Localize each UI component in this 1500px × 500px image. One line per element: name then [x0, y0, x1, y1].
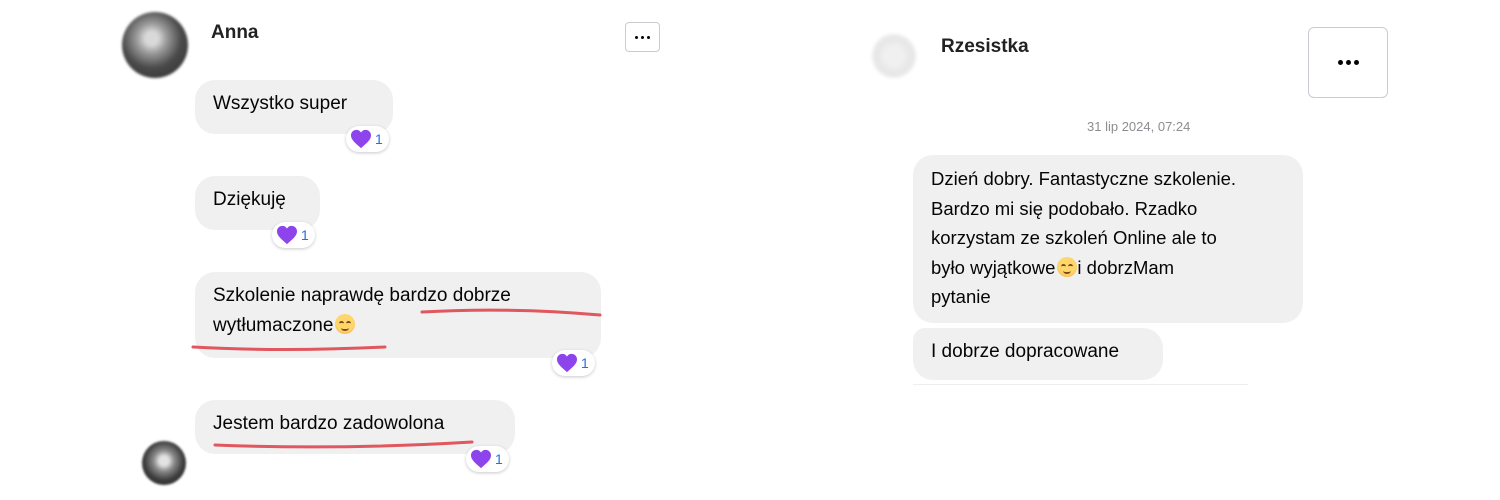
purple-heart-icon	[276, 225, 298, 245]
reaction-badge[interactable]: 1	[552, 350, 595, 376]
message-line: pytanie	[931, 286, 991, 307]
message-bubble[interactable]: Dzień dobry. Fantastyczne szkolenie. Bar…	[913, 155, 1303, 323]
reaction-count: 1	[301, 227, 309, 243]
avatar[interactable]	[122, 12, 188, 78]
purple-heart-icon	[350, 129, 372, 149]
avatar[interactable]	[872, 34, 916, 78]
reaction-count: 1	[495, 451, 503, 467]
highlight-underline	[213, 440, 474, 449]
sender-name: Anna	[211, 22, 259, 43]
message-line-text: było wyjątkowe	[931, 256, 1056, 278]
message-text: Wszystko super	[213, 93, 348, 114]
ellipsis-icon	[1337, 60, 1359, 65]
message-line: Bardzo mi się podobało. Rzadko	[931, 197, 1198, 219]
sender-name: Rzesistka	[941, 36, 1029, 57]
message-text: Dziękuję	[213, 189, 286, 210]
more-options-button[interactable]	[625, 22, 660, 52]
message-line: było wyjątkowe i dobrzMam	[931, 253, 1285, 283]
reaction-badge[interactable]: 1	[272, 222, 315, 248]
reaction-count: 1	[375, 131, 383, 147]
divider	[913, 384, 1248, 385]
highlight-underline	[191, 308, 602, 351]
message-text: I dobrze dopracowane	[931, 341, 1120, 362]
message-line: Dzień dobry. Fantastyczne szkolenie.	[931, 168, 1237, 189]
message-line-text: i dobrzMam	[1077, 256, 1175, 278]
purple-heart-icon	[556, 353, 578, 373]
avatar[interactable]	[142, 441, 186, 485]
reaction-badge[interactable]: 1	[466, 446, 509, 472]
reaction-badge[interactable]: 1	[346, 126, 389, 152]
purple-heart-icon	[470, 449, 492, 469]
timestamp: 31 lip 2024, 07:24	[1087, 119, 1191, 134]
reaction-count: 1	[581, 355, 589, 371]
ellipsis-icon	[635, 35, 650, 39]
message-bubble[interactable]: I dobrze dopracowane	[913, 328, 1163, 380]
message-line: korzystam ze szkoleń Online ale to	[931, 227, 1217, 248]
message-text: Jestem bardzo zadowolona	[213, 413, 445, 434]
smiling-face-icon	[1057, 256, 1078, 277]
more-options-button[interactable]	[1308, 27, 1388, 98]
